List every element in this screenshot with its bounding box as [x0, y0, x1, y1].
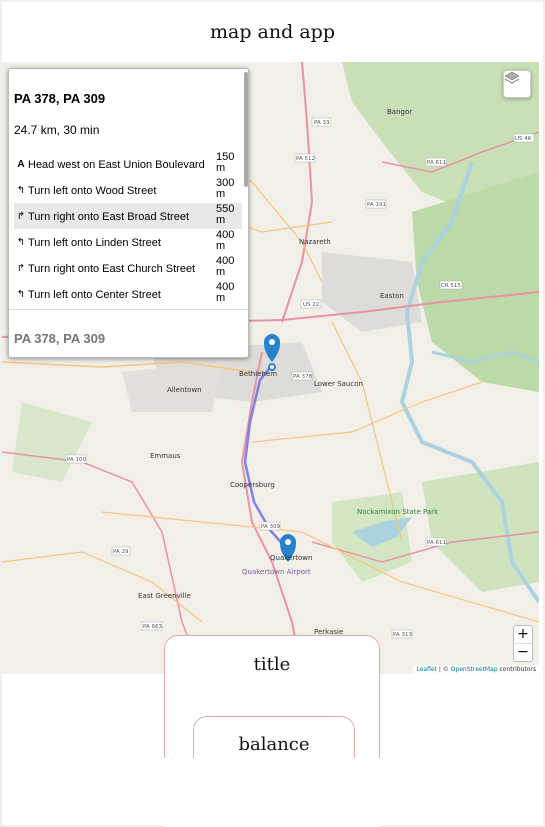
svg-text:PA 309: PA 309: [261, 524, 280, 530]
instruction-row[interactable]: ↱ Turn right onto East Church Street 400…: [14, 255, 242, 281]
zoom-out-button[interactable]: −: [514, 644, 532, 661]
place-allentown: Allentown: [167, 386, 202, 394]
place-airport: Quakertown Airport: [242, 568, 311, 576]
place-bangor: Bangor: [387, 108, 412, 116]
instruction-row[interactable]: ↰ Turn left onto Wood Street 300 m: [14, 177, 242, 203]
svg-text:PA 33: PA 33: [314, 120, 330, 126]
svg-text:PA 611: PA 611: [427, 540, 446, 546]
route-summary: 24.7 km, 30 min: [14, 123, 100, 137]
svg-text:PA 663: PA 663: [143, 624, 162, 630]
place-quakertown: Quakertown: [270, 554, 312, 562]
svg-text:PA 313: PA 313: [393, 632, 412, 638]
svg-text:PA 611: PA 611: [427, 160, 446, 166]
balance-label: balance: [238, 734, 310, 755]
turn-left-icon: ↰: [16, 237, 26, 248]
place-nazareth: Nazareth: [299, 238, 331, 246]
place-emmaus: Emmaus: [150, 452, 181, 460]
svg-text:PA 100: PA 100: [67, 457, 86, 463]
place-coopersburg: Coopersburg: [230, 481, 275, 489]
svg-text:PA 29: PA 29: [113, 549, 129, 555]
instruction-row-highlighted[interactable]: ↱ Turn right onto East Broad Street 550 …: [14, 203, 242, 229]
svg-text:US 46: US 46: [515, 136, 532, 142]
turn-right-icon: ↱: [16, 263, 26, 274]
osm-link[interactable]: OpenStreetMap: [451, 666, 498, 673]
map-view[interactable]: Bangor Nazareth Easton Bethlehem Allento…: [2, 62, 539, 674]
route-name: PA 378, PA 309: [14, 91, 106, 106]
turn-left-icon: ↰: [16, 289, 26, 300]
alternative-route-name[interactable]: PA 378, PA 309: [14, 331, 105, 346]
svg-text:PA 378: PA 378: [293, 374, 312, 380]
layers-button[interactable]: [503, 70, 531, 98]
turn-right-icon: ↱: [16, 211, 26, 222]
instruction-row[interactable]: ↰ Turn left onto Linden Street 400 m: [14, 229, 242, 255]
instruction-row[interactable]: A Head west on East Union Boulevard 150 …: [14, 151, 242, 177]
content-clip: [164, 758, 380, 827]
instruction-row[interactable]: ↰ Turn left onto Center Street 400 m: [14, 281, 242, 307]
card-title: title: [253, 654, 291, 675]
svg-text:PA 191: PA 191: [367, 202, 386, 208]
zoom-in-button[interactable]: +: [514, 626, 532, 644]
place-nockamixon: Nockamixon State Park: [357, 508, 439, 516]
place-bethlehem: Bethlehem: [239, 370, 277, 378]
place-east-greenville: East Greenville: [138, 592, 191, 600]
svg-text:US 22: US 22: [303, 302, 319, 308]
place-lower-saucon: Lower Saucon: [314, 380, 363, 388]
leaflet-link[interactable]: Leaflet: [416, 666, 436, 673]
svg-text:PA 512: PA 512: [296, 156, 315, 162]
routing-panel[interactable]: PA 378, PA 309 24.7 km, 30 min A Head we…: [8, 68, 249, 358]
zoom-control: + −: [513, 625, 533, 662]
map-attribution: Leaflet | © OpenStreetMap contributors: [413, 665, 539, 674]
page-frame: map and app Bangor Nazareth Easton Bethl…: [2, 2, 543, 827]
divider: [9, 309, 248, 310]
app-title: map and app: [210, 21, 335, 43]
depart-icon: A: [17, 159, 25, 170]
place-easton: Easton: [380, 292, 404, 300]
routing-scrollbar[interactable]: [244, 72, 248, 187]
turn-left-icon: ↰: [16, 185, 26, 196]
svg-text:CR 515: CR 515: [441, 283, 461, 289]
layers-icon: [504, 71, 520, 84]
